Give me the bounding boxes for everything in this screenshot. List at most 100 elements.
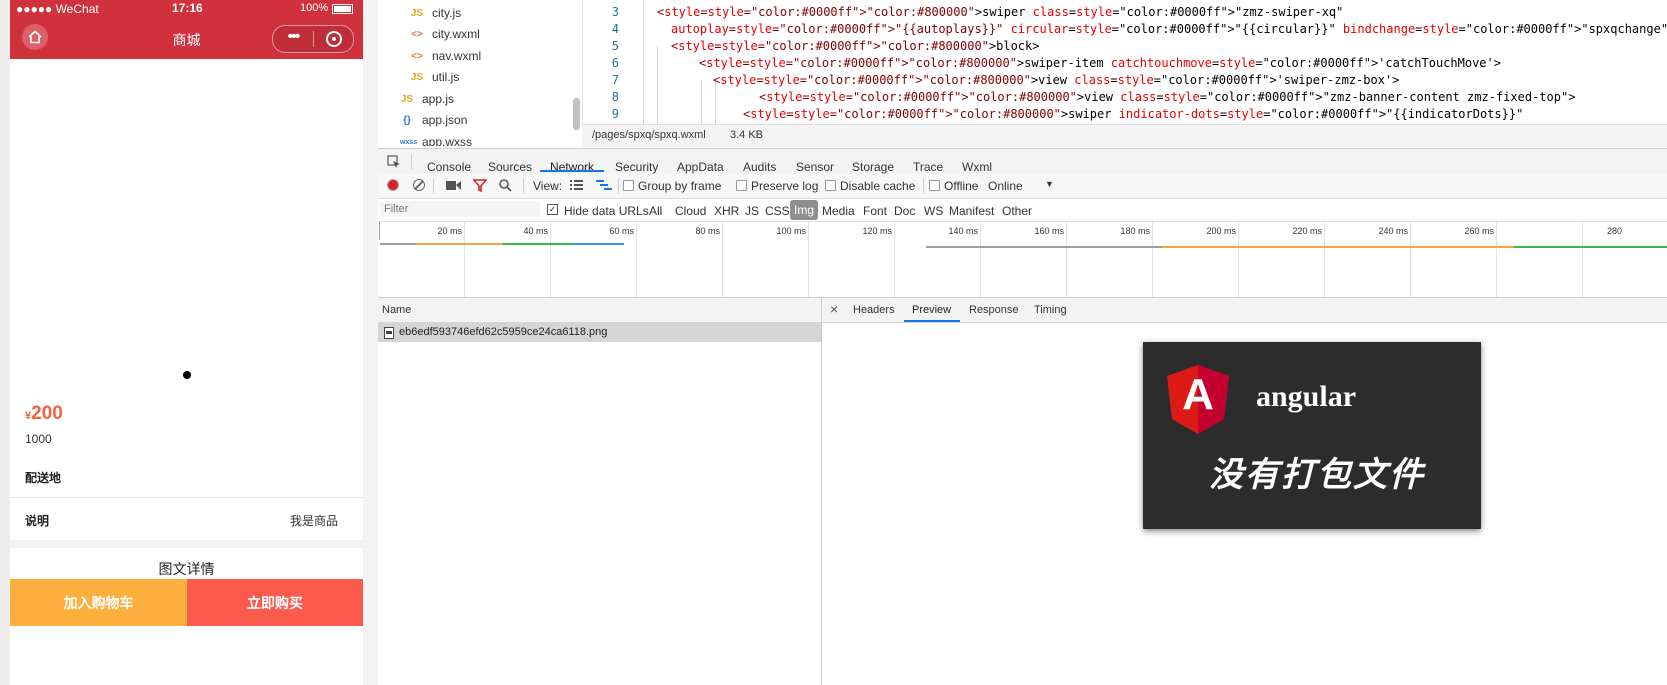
hide-data-urls-label[interactable]: Hide data URLs [564,204,649,218]
timeline-start-marker [379,222,380,240]
timeline-tick: 260 ms [1464,226,1494,236]
filter-type-manifest[interactable]: Manifest [949,204,994,218]
timeline-tick: 160 ms [1034,226,1064,236]
name-column-header[interactable]: Name [382,304,411,316]
grid-line [636,222,637,297]
file-tree-item[interactable]: wxss app.wxss [400,135,472,146]
filter-type-img[interactable]: Img [790,200,819,220]
disable-cache-checkbox[interactable]: Disable cache [825,179,915,193]
preserve-log-label: Preserve log [751,179,819,193]
file-tree-item[interactable]: JS util.js [410,70,459,84]
close-miniprogram-button[interactable] [326,31,342,47]
code-line: 6 <style=style="color:#0000ff">"color:#80… [583,56,1667,73]
table-row[interactable]: eb6edf593746efd62c5959ce24ca6118.png [378,323,821,342]
tab-trace[interactable]: Trace [913,160,943,174]
offline-checkbox[interactable]: Offline [929,179,978,193]
preserve-log-checkbox[interactable]: Preserve log [736,179,818,193]
line-number: 3 [611,5,619,19]
indicator-dot[interactable] [183,371,191,379]
editor-status-bar: /pages/spxq/spxq.wxml 3.4 KB [582,124,1667,147]
line-code: <style=style="color:#0000ff">"color:#800… [671,39,1040,53]
status-bar: ●●●●● WeChat 17:16 100% [10,0,363,18]
code-line: 9 <style=style="color:#0000ff">"color:#80… [583,107,1667,124]
file-tree-item[interactable]: {} app.json [400,113,467,127]
logo-letter: A [1182,370,1214,419]
group-by-frame-checkbox[interactable]: Group by frame [623,179,721,193]
record-button[interactable] [387,179,399,191]
filter-type-js[interactable]: JS [745,204,759,218]
tab-sensor[interactable]: Sensor [796,160,834,174]
file-name: city.wxml [432,27,480,41]
video-camera-icon[interactable] [446,180,461,191]
file-tree-item[interactable]: <> nav.wxml [410,49,481,63]
search-icon[interactable] [499,179,512,192]
filter-type-ws[interactable]: WS [924,204,943,218]
carrier-label: ●●●●● WeChat [16,2,99,16]
filter-input[interactable] [380,201,540,217]
preview-subtitle: 没有打包文件 [1209,455,1425,495]
file-tree: JS city.js <> city.wxml <> nav.wxml JS util.… [378,0,582,146]
code-line: 5 <style=style="color:#0000ff">"color:#80… [583,39,1667,56]
tab-response[interactable]: Response [969,304,1019,316]
add-to-cart-button[interactable]: 加入购物车 [10,579,187,626]
filter-type-all[interactable]: All [649,204,662,218]
timeline-tick: 220 ms [1292,226,1322,236]
tab-storage[interactable]: Storage [852,160,894,174]
waterfall-view-icon[interactable] [596,180,612,191]
inspect-element-icon[interactable] [387,155,401,169]
wxml-file-icon: <> [411,28,423,40]
filter-type-css[interactable]: CSS [765,204,790,218]
timeline-tick: 120 ms [862,226,892,236]
banner-swiper[interactable] [10,59,363,399]
tab-sources[interactable]: Sources [488,160,532,174]
file-size: 3.4 KB [730,129,764,141]
tab-appdata[interactable]: AppData [677,160,724,174]
divider [923,178,924,193]
tab-wxml[interactable]: Wxml [962,160,992,174]
code-line: 7 <style=style="color:#0000ff">"color:#80… [583,73,1667,90]
network-toolbar: View: Group by frame Preserve log Disabl… [378,174,1667,199]
tab-timing[interactable]: Timing [1034,304,1067,316]
tab-security[interactable]: Security [615,160,658,174]
throttling-select[interactable]: Online ▼ [988,179,1054,193]
filter-type-cloud[interactable]: Cloud [675,204,706,218]
active-tab-indicator [540,170,604,172]
timing-bar-waiting [416,243,502,245]
devtools-area: JS city.js <> city.wxml <> nav.wxml JS util.… [378,0,1667,685]
file-name: nav.wxml [432,49,482,63]
filter-type-font[interactable]: Font [863,204,887,218]
code-line: 4 autoplay=style="color:#0000ff">"{{autop… [583,22,1667,39]
throttling-value: Online [988,179,1023,193]
list-view-icon[interactable] [570,180,583,191]
js-file-icon: JS [410,7,424,19]
file-tree-item[interactable]: JS city.js [410,6,461,20]
tab-audits[interactable]: Audits [743,160,776,174]
hide-data-urls-checkbox[interactable]: ✓ [547,204,558,215]
wxml-file-icon: <> [411,50,423,62]
group-by-frame-label: Group by frame [638,179,722,193]
filter-type-other[interactable]: Other [1002,204,1032,218]
timeline-tick: 200 ms [1206,226,1236,236]
line-code: <style=style="color:#0000ff">"color:#800… [759,90,1576,104]
clear-button[interactable] [413,179,425,191]
more-button[interactable]: ••• [281,28,305,46]
close-icon[interactable]: × [830,301,838,317]
file-tree-item[interactable]: <> city.wxml [410,27,480,41]
delivery-label[interactable]: 配送地 [25,469,61,486]
filter-type-doc[interactable]: Doc [894,204,915,218]
filter-type-media[interactable]: Media [822,204,855,218]
timeline-tick: 240 ms [1378,226,1408,236]
buy-now-button[interactable]: 立即购买 [187,579,363,626]
file-tree-item[interactable]: JS app.js [400,92,454,106]
filter-type-xhr[interactable]: XHR [714,204,739,218]
file-tree-scrollbar[interactable] [573,98,580,130]
filter-icon[interactable] [473,179,487,192]
tab-console[interactable]: Console [427,160,471,174]
tab-preview[interactable]: Preview [912,304,951,316]
tab-headers[interactable]: Headers [853,304,895,316]
offline-label: Offline [944,179,979,193]
simulator-gutter [363,0,379,685]
line-number: 5 [611,39,619,53]
code-editor[interactable]: 3 <style=style="color:#0000ff">"color:#80… [582,0,1667,124]
grid-line [1410,222,1411,297]
